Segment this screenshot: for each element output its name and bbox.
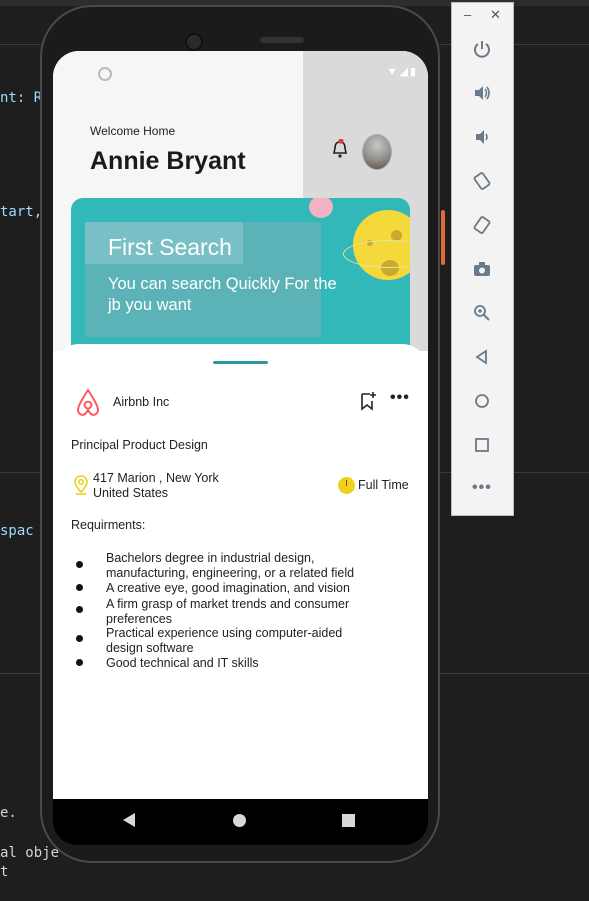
back-icon[interactable] [123,813,135,827]
volume-down-button[interactable] [468,123,496,151]
rotate-left-button[interactable] [468,167,496,195]
power-button[interactable] [468,35,496,63]
user-name: Annie Bryant [90,147,246,175]
bullet [76,584,83,591]
banner-title: First Search [108,234,232,260]
zoom-icon [474,305,490,321]
address-line-1: 417 Marion , New York [93,471,219,485]
close-button[interactable]: ✕ [490,7,501,23]
more-icon[interactable]: ••• [472,479,492,497]
status-icon [98,67,112,81]
location-pin-icon [74,475,88,495]
power-icon [474,41,490,58]
bullet [76,561,83,568]
zoom-button[interactable] [468,299,496,327]
planet-decoration [309,198,333,218]
job-title: Principal Product Design [71,438,208,452]
volume-up-icon [475,86,490,100]
ide-code-line: t [0,864,9,880]
bell-icon[interactable] [330,139,350,159]
back-button[interactable] [468,343,496,371]
status-icons: ▼◢▮ [386,66,418,78]
search-banner[interactable]: First Search You can search Quickly For … [71,198,410,368]
minimize-button[interactable]: – [464,7,471,22]
bullet [76,659,83,666]
more-options-icon[interactable]: ••• [390,389,410,407]
address-line-2: United States [93,486,169,500]
bullet [76,635,83,642]
ide-code-line: al obje [0,845,60,861]
android-nav-bar [53,799,428,845]
recents-icon[interactable] [342,814,355,827]
camera-icon [185,33,203,51]
company-name: Airbnb Inc [113,395,170,409]
volume-up-button[interactable] [468,79,496,107]
planet-ring [343,240,410,268]
job-details-sheet: Airbnb Inc ••• Principal Product Design … [53,344,428,799]
ide-code-line: e. [0,805,17,821]
bookmark-add-icon[interactable] [359,391,377,411]
sheet-drag-handle[interactable] [213,361,268,364]
emulator-toolbar: – ✕ ••• [451,2,514,516]
overview-button[interactable] [468,431,496,459]
volume-down-icon [476,130,488,144]
app-screen: ▼◢▮ Welcome Home Annie Bryant First Sear… [53,51,428,799]
screenshot-button[interactable] [468,255,496,283]
timer-icon [338,477,355,494]
home-icon [475,394,489,408]
airbnb-logo-icon [76,388,100,416]
banner-subtitle: You can search Quickly For the jb you wa… [108,275,337,314]
job-type: Full Time [358,478,409,492]
rotate-right-icon [473,216,491,234]
welcome-text: Welcome Home [90,124,176,138]
bullet [76,606,83,613]
ide-code-line: nt: R [0,90,43,106]
requirement-text: Good technical and IT skills [106,656,259,670]
power-side-button[interactable] [441,210,445,265]
overview-icon [475,438,489,452]
back-icon [475,349,487,365]
requirement-text: A creative eye, good imagination, and vi… [106,581,350,595]
requirement-text: Bachelors degree in industrial design, m… [106,551,355,580]
ide-code-line: spac [0,523,34,539]
rotate-left-icon [473,172,491,190]
home-button[interactable] [468,387,496,415]
speaker-grille [260,37,304,43]
requirements-heading: Requirments: [71,518,146,532]
camera-icon [474,262,490,276]
ide-code-line: tart, [0,204,43,220]
rotate-right-button[interactable] [468,211,496,239]
home-icon[interactable] [233,814,246,827]
avatar[interactable] [362,134,392,170]
requirement-text: Practical experience using computer-aide… [106,626,343,655]
requirement-text: A firm grasp of market trends and consum… [106,597,350,626]
